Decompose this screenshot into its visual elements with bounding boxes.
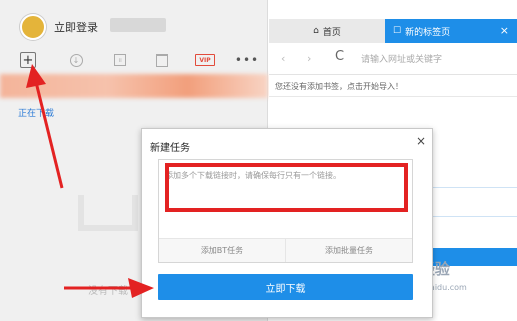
vip-button[interactable]: VIP [195, 54, 215, 66]
pause-button[interactable]: ॥ [110, 50, 130, 70]
start-download-button[interactable]: ↓ [66, 50, 86, 70]
dialog-actions: 添加BT任务 添加批量任务 [159, 238, 412, 262]
new-task-dialog: 新建任务 × 添加BT任务 添加批量任务 立即下载 [141, 128, 433, 318]
tab-bar: ⌂ 首页 ☐ 新的标签页 × [269, 19, 517, 43]
url-input[interactable]: 请输入网址或关键字 [361, 52, 442, 65]
empty-state-text: 没有下载 [88, 286, 128, 297]
download-now-button[interactable]: 立即下载 [158, 274, 413, 300]
plus-icon: + [22, 52, 34, 68]
tab-home[interactable]: ⌂ 首页 [269, 19, 385, 43]
refresh-icon[interactable]: C [335, 49, 344, 64]
delete-button[interactable] [152, 50, 172, 70]
more-button[interactable]: ••• [235, 50, 258, 70]
new-task-button[interactable]: + [20, 52, 36, 68]
dialog-title: 新建任务 [150, 143, 190, 154]
link-input-box: 添加BT任务 添加批量任务 [158, 159, 413, 263]
add-bt-task-button[interactable]: 添加BT任务 [159, 239, 285, 262]
link-input[interactable] [159, 160, 412, 238]
avatar[interactable] [20, 14, 46, 40]
tab-new-label: 新的标签页 [405, 27, 451, 38]
tab-new-page[interactable]: ☐ 新的标签页 × [385, 19, 517, 43]
close-icon[interactable]: × [416, 134, 426, 148]
trash-icon [156, 53, 168, 67]
username-redacted [110, 18, 166, 32]
add-batch-task-button[interactable]: 添加批量任务 [285, 239, 412, 262]
bookmark-hint[interactable]: 您还没有添加书签，点击开始导入！ [269, 75, 517, 97]
pause-icon: ॥ [114, 54, 126, 66]
forward-icon[interactable]: › [307, 52, 311, 65]
home-icon: ⌂ [313, 26, 319, 36]
empty-tray-icon [78, 195, 138, 231]
page-icon: ☐ [393, 26, 402, 36]
download-icon: ↓ [69, 53, 83, 67]
downloading-tab[interactable]: 正在下载 [18, 106, 54, 119]
address-bar: ‹ › C 请输入网址或关键字 [269, 43, 517, 75]
redacted-banner [0, 74, 268, 98]
close-icon[interactable]: × [500, 24, 509, 37]
tab-home-label: 首页 [322, 27, 341, 38]
login-link[interactable]: 立即登录 [54, 19, 98, 35]
back-icon[interactable]: ‹ [281, 52, 285, 65]
